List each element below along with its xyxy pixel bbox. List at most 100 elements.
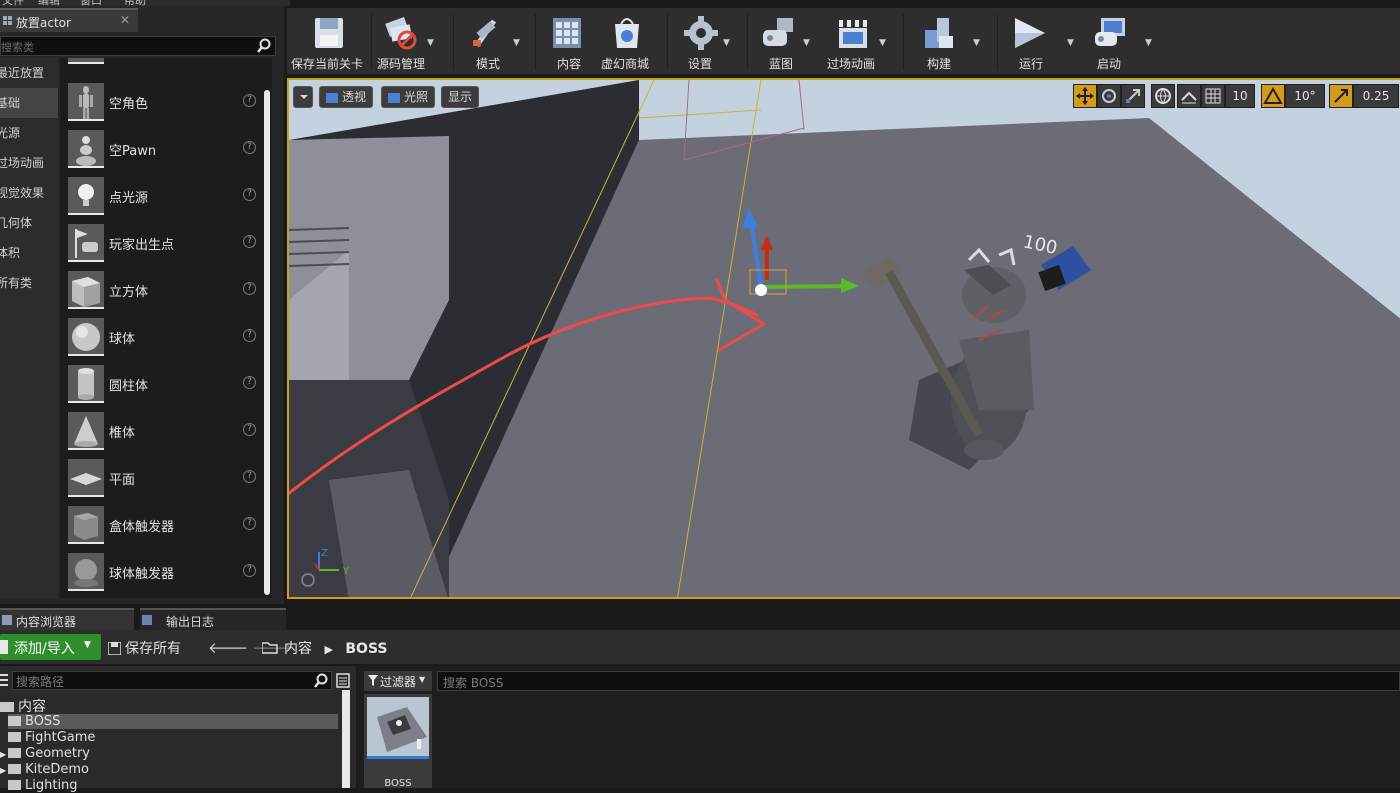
chevron-down-icon[interactable]: ▼ <box>513 38 520 48</box>
modes-button[interactable]: ▼ 模式 <box>459 10 529 72</box>
grid-snap-value[interactable]: 10 <box>1225 84 1255 108</box>
path-search-input[interactable]: 搜索路径 <box>12 671 332 690</box>
surface-snap-button[interactable] <box>1177 84 1201 108</box>
filters-button[interactable]: 过滤器 ▼ <box>364 671 432 691</box>
tree-item-boss[interactable]: BOSS <box>8 714 338 729</box>
chevron-down-icon[interactable]: ▼ <box>427 38 434 48</box>
tree-root-content[interactable]: 内容 <box>0 696 46 716</box>
help-icon[interactable]: ? <box>243 470 256 483</box>
actor-item-sphere-trigger[interactable]: 球体触发器 ? <box>60 549 260 596</box>
actor-item-empty-character[interactable]: 空角色 ? <box>60 79 260 126</box>
help-icon[interactable]: ? <box>243 423 256 436</box>
tree-item-geometry[interactable]: ▶ Geometry <box>0 746 90 761</box>
launch-button[interactable]: ▼ 启动 <box>1083 10 1155 72</box>
close-icon[interactable]: ✕ <box>120 13 130 27</box>
back-arrow-icon[interactable]: 🡐 <box>208 639 248 657</box>
rotation-snap-toggle[interactable] <box>1261 84 1285 108</box>
asset-tile-boss[interactable]: BOSS <box>364 694 432 789</box>
viewport-options-button[interactable] <box>293 86 313 108</box>
category-geometry[interactable]: 几何体 <box>0 208 58 238</box>
chevron-down-icon[interactable]: ▼ <box>1067 38 1074 48</box>
scale-snap-toggle[interactable] <box>1329 84 1353 108</box>
tree-item-kitedemo[interactable]: ▶ KiteDemo <box>0 762 89 777</box>
scale-mode-button[interactable] <box>1121 84 1145 108</box>
add-import-button[interactable]: 添加/导入 ▼ <box>0 634 101 660</box>
view-options-icon[interactable] <box>336 673 350 688</box>
hamburger-icon[interactable] <box>0 672 10 688</box>
tab-output-log[interactable]: 输出日志 <box>140 608 286 630</box>
save-level-button[interactable]: 保存当前关卡 <box>287 10 371 72</box>
category-cinematic[interactable]: 过场动画 <box>0 148 58 178</box>
chevron-down-icon[interactable]: ▼ <box>723 38 730 48</box>
category-all-classes[interactable]: 所有类 <box>0 268 58 298</box>
level-viewport[interactable]: 100 Z Y 透视 光照 显示 10 10° 0.25 <box>287 78 1400 599</box>
chevron-down-icon[interactable]: ▼ <box>1145 38 1152 48</box>
category-basic[interactable]: 基础 <box>0 88 58 118</box>
rotation-snap-value[interactable]: 10° <box>1285 84 1325 108</box>
actor-item-plane[interactable]: 平面 ? <box>60 455 260 502</box>
actor-item-box-trigger[interactable]: 盒体触发器 ? <box>60 502 260 549</box>
lit-mode-button[interactable]: 光照 <box>381 86 436 108</box>
tree-scrollbar[interactable] <box>342 690 350 788</box>
actor-item-point-light[interactable]: 点光源 ? <box>60 173 260 220</box>
help-icon[interactable]: ? <box>243 94 256 107</box>
content-button[interactable]: 内容 <box>543 10 591 72</box>
help-icon[interactable]: ? <box>243 329 256 342</box>
source-control-button[interactable]: ▼ 源码管理 <box>375 10 439 72</box>
viewport-scene[interactable]: 100 Z Y <box>289 80 1400 599</box>
cinematics-button[interactable]: ▼ 过场动画 <box>825 10 899 72</box>
actor-item-cylinder[interactable]: 圆柱体 ? <box>60 361 260 408</box>
marketplace-button[interactable]: 虚幻商城 <box>597 10 657 72</box>
actor-list-scrollbar[interactable] <box>264 90 270 595</box>
help-icon[interactable]: ? <box>243 376 256 389</box>
category-lights[interactable]: 光源 <box>0 118 58 148</box>
search-icon[interactable] <box>313 673 328 688</box>
path-search-placeholder: 搜索路径 <box>16 675 65 689</box>
scale-snap-value[interactable]: 0.25 <box>1353 84 1399 108</box>
perspective-button[interactable]: 透视 <box>319 86 374 108</box>
category-volumes[interactable]: 体积 <box>0 238 58 268</box>
settings-button[interactable]: ▼ 设置 <box>677 10 737 72</box>
actor-item-sphere[interactable]: 球体 ? <box>60 314 260 361</box>
chevron-down-icon[interactable]: ▼ <box>973 38 980 48</box>
world-local-button[interactable] <box>1151 84 1175 108</box>
grid-snap-toggle[interactable] <box>1201 84 1225 108</box>
help-icon[interactable]: ? <box>243 564 256 577</box>
chevron-down-icon[interactable]: ▼ <box>803 38 810 48</box>
tree-item-lighting[interactable]: Lighting <box>8 778 78 793</box>
actor-item-cube[interactable]: 立方体 ? <box>60 267 260 314</box>
actor-item-label: 平面 <box>109 473 136 488</box>
translate-mode-button[interactable] <box>1073 84 1097 108</box>
chevron-right-icon[interactable]: ▶ <box>0 750 6 759</box>
tree-item-fightgame[interactable]: FightGame <box>8 730 95 745</box>
tab-content-browser[interactable]: 内容浏览器 <box>0 608 134 630</box>
chevron-right-icon[interactable]: ▶ <box>0 766 6 775</box>
actor-item-player-start[interactable]: 玩家出生点 ? <box>60 220 260 267</box>
show-button[interactable]: 显示 <box>441 86 480 108</box>
build-button[interactable]: ▼ 构建 <box>913 10 985 72</box>
breadcrumb-content[interactable]: 内容 <box>284 641 312 657</box>
help-icon[interactable]: ? <box>243 141 256 154</box>
actor-item-cone[interactable]: 椎体 ? <box>60 408 260 455</box>
save-all-button[interactable]: 保存所有 <box>107 638 181 658</box>
breadcrumb-boss[interactable]: BOSS <box>345 641 387 657</box>
help-icon[interactable]: ? <box>243 235 256 248</box>
folder-icon <box>8 764 22 774</box>
toolbar-label: 模式 <box>476 57 501 71</box>
help-icon[interactable]: ? <box>243 188 256 201</box>
category-recent[interactable]: 最近放置 <box>0 58 58 88</box>
place-actor-tab[interactable]: 放置actor ✕ <box>0 8 138 32</box>
chevron-down-icon[interactable]: ▼ <box>879 38 886 48</box>
search-icon[interactable] <box>256 38 272 54</box>
class-search-input[interactable]: 搜索类 <box>0 36 276 56</box>
help-icon[interactable]: ? <box>243 517 256 530</box>
actor-item-partial[interactable] <box>60 58 260 69</box>
asset-search-input[interactable]: 搜索 BOSS <box>437 671 1400 691</box>
actor-item-empty-pawn[interactable]: 空Pawn ? <box>60 126 260 173</box>
blueprints-button[interactable]: ▼ 蓝图 <box>757 10 817 72</box>
tab-label: 内容浏览器 <box>16 615 77 629</box>
help-icon[interactable]: ? <box>243 282 256 295</box>
rotate-mode-button[interactable] <box>1097 84 1121 108</box>
play-button[interactable]: ▼ 运行 <box>1007 10 1079 72</box>
category-visual-effects[interactable]: 视觉效果 <box>0 178 58 208</box>
